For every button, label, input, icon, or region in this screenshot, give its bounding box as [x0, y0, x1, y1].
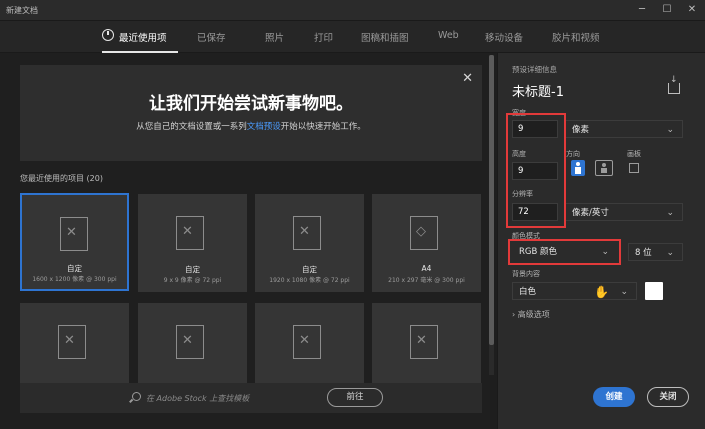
preset-details-label: 预设详细信息 [512, 65, 557, 74]
highlight-box-dimensions [506, 113, 566, 228]
bit-depth-select[interactable]: 8 位 ⌄ [628, 243, 683, 261]
recent-item-meta: 1920 x 1080 像素 @ 72 ppi [269, 277, 350, 284]
recent-item-meta: 1600 x 1200 像素 @ 300 ppi [32, 276, 117, 283]
background-select[interactable]: 白色 ⌄ [512, 282, 637, 300]
welcome-subtext: 从您自己的文档设置或一系列文档预设开始以快速开始工作。 [20, 120, 482, 132]
recent-item-card[interactable] [138, 303, 247, 383]
close-button[interactable]: 关闭 [647, 387, 689, 407]
recent-item-name: A4 [421, 264, 432, 273]
clock-icon [102, 29, 114, 41]
preset-details-pane: 预设详细信息 未标题-1 宽度 9 像素⌄ 高度 9 方向 画板 分辨率 72 … [497, 53, 705, 429]
bit-depth-value: 8 位 [635, 248, 652, 258]
landscape-orientation-icon[interactable] [595, 160, 613, 176]
tab-web[interactable]: Web [438, 30, 459, 41]
background-value: 白色 [519, 287, 537, 297]
recent-item-card[interactable] [20, 303, 129, 383]
create-button[interactable]: 创建 [593, 387, 635, 407]
window-title: 新建文档 [6, 6, 38, 15]
document-thumbnail-icon [176, 216, 204, 250]
width-unit-value: 像素 [572, 125, 590, 135]
presets-scrollbar[interactable] [489, 55, 494, 375]
recent-item-card[interactable]: 自定 9 x 9 像素 @ 72 ppi [138, 194, 247, 292]
resolution-unit-select[interactable]: 像素/英寸 ⌄ [565, 203, 683, 221]
minimize-icon[interactable]: ─ [632, 3, 652, 17]
recent-item-name: 自定 [302, 265, 317, 274]
search-icon [132, 392, 141, 401]
tab-saved[interactable]: 已保存 [197, 30, 226, 44]
save-preset-icon[interactable] [668, 75, 680, 94]
background-color-swatch[interactable] [645, 282, 663, 300]
welcome-headline: 让我们开始尝试新事物吧。 [149, 94, 353, 114]
chevron-down-icon: ⌄ [666, 208, 674, 218]
orientation-label: 方向 [566, 150, 580, 158]
category-tabs: 最近使用项 已保存 照片 打印 图稿和插图 Web 移动设备 胶片和视频 [0, 21, 705, 53]
go-button[interactable]: 前往 [327, 388, 383, 407]
welcome-subtext-start: 从您自己的文档设置或一系列 [136, 122, 247, 132]
chevron-right-icon: › [512, 310, 516, 319]
recent-items-label: 您最近使用的项目 [20, 174, 84, 183]
document-thumbnail-icon [60, 217, 88, 251]
recent-item-name: 自定 [185, 265, 200, 274]
advanced-options-toggle[interactable]: › 高级选项 [512, 309, 550, 320]
width-unit-select[interactable]: 像素 ⌄ [565, 120, 683, 138]
document-thumbnail-icon [293, 325, 321, 359]
hand-cursor-icon: ✋ [594, 285, 609, 299]
tab-recent[interactable]: 最近使用项 [119, 30, 167, 44]
welcome-banner: ✕ 让我们开始尝试新事物吧。 从您自己的文档设置或一系列文档预设开始以快速开始工… [20, 65, 482, 161]
document-presets-link[interactable]: 文档预设 [247, 122, 281, 132]
document-thumbnail-icon [176, 325, 204, 359]
recent-item-name: 自定 [67, 264, 82, 273]
document-thumbnail-icon [293, 216, 321, 250]
tab-photo[interactable]: 照片 [265, 30, 284, 44]
portrait-orientation-icon[interactable] [571, 160, 585, 176]
background-label: 背景内容 [512, 270, 540, 278]
chevron-down-icon: ⌄ [620, 287, 628, 297]
highlight-box-color-mode [508, 239, 621, 265]
shapes-document-icon [410, 216, 438, 250]
document-thumbnail-icon [58, 325, 86, 359]
tab-film-video[interactable]: 胶片和视频 [552, 30, 600, 44]
document-thumbnail-icon [410, 325, 438, 359]
stock-search-input[interactable] [146, 390, 316, 406]
recent-item-meta: 9 x 9 像素 @ 72 ppi [163, 277, 222, 284]
recent-item-card[interactable] [372, 303, 481, 383]
artboard-checkbox[interactable] [629, 163, 639, 173]
recent-item-card[interactable]: A4 210 x 297 毫米 @ 300 ppi [372, 194, 481, 292]
tab-mobile[interactable]: 移动设备 [485, 30, 523, 44]
recent-items-heading: 您最近使用的项目 (20) [20, 173, 103, 184]
chevron-down-icon: ⌄ [666, 248, 674, 258]
recent-item-card[interactable]: 自定 1920 x 1080 像素 @ 72 ppi [255, 194, 364, 292]
tab-print[interactable]: 打印 [314, 30, 333, 44]
presets-pane: ✕ 让我们开始尝试新事物吧。 从您自己的文档设置或一系列文档预设开始以快速开始工… [0, 53, 490, 429]
recent-item-meta: 210 x 297 毫米 @ 300 ppi [388, 277, 465, 284]
recent-item-card[interactable]: 自定 1600 x 1200 像素 @ 300 ppi [20, 193, 129, 291]
recent-items-count: (20) [86, 174, 103, 183]
window-titlebar: 新建文档 ─ ☐ ✕ [0, 0, 705, 21]
chevron-down-icon: ⌄ [666, 125, 674, 135]
artboard-label: 画板 [627, 150, 641, 158]
document-name[interactable]: 未标题-1 [512, 81, 564, 100]
welcome-subtext-end: 开始以快速开始工作。 [280, 122, 366, 132]
recent-item-card[interactable] [255, 303, 364, 383]
stock-search-bar: 前往 [20, 383, 482, 413]
banner-close-icon[interactable]: ✕ [462, 71, 473, 86]
advanced-options-label: 高级选项 [517, 310, 550, 319]
tab-art-illustration[interactable]: 图稿和插图 [361, 30, 409, 44]
maximize-icon[interactable]: ☐ [657, 3, 677, 17]
window-close-icon[interactable]: ✕ [682, 3, 702, 17]
scrollbar-thumb[interactable] [489, 55, 494, 345]
resolution-unit-value: 像素/英寸 [572, 208, 609, 218]
